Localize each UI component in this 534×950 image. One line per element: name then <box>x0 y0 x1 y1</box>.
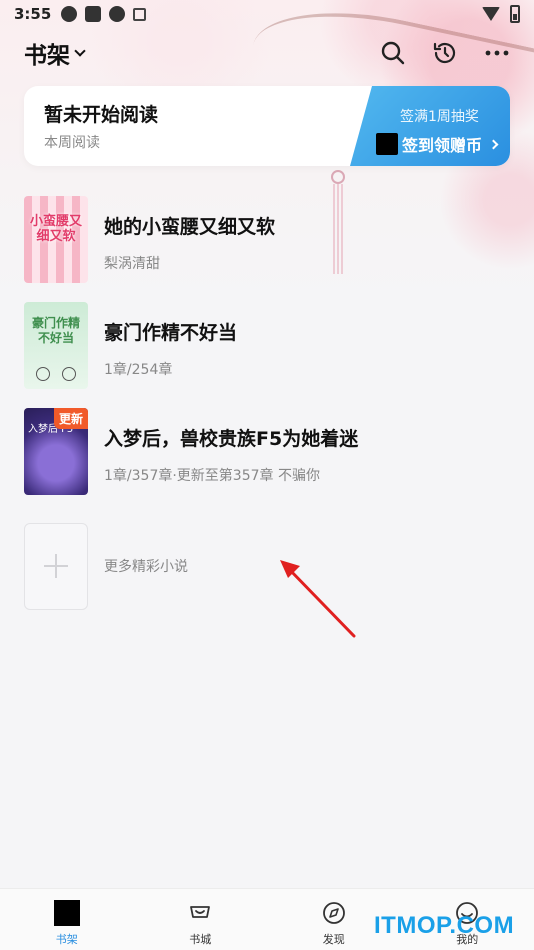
book-cover: 入梦后 F5 更新 <box>24 408 88 495</box>
book-title: 入梦后，兽校贵族F5为她着迷 <box>104 428 359 450</box>
cover-title: 小蛮腰又细又软 <box>29 214 82 244</box>
notification-app-icon <box>85 6 102 22</box>
search-icon[interactable] <box>380 40 406 66</box>
store-icon <box>186 899 214 927</box>
chevron-right-icon <box>488 139 499 149</box>
nav-label: 书架 <box>55 933 78 946</box>
promo-subtitle: 签满1周抽奖 <box>400 109 479 125</box>
history-icon[interactable] <box>432 40 458 66</box>
plus-icon <box>44 554 68 578</box>
more-icon[interactable] <box>484 40 510 66</box>
update-badge: 更新 <box>53 408 88 429</box>
book-title: 豪门作精不好当 <box>104 322 238 344</box>
list-item[interactable]: 豪门作精不好当 豪门作精不好当 1章/254章 <box>24 302 510 408</box>
list-item[interactable]: 小蛮腰又细又软 她的小蛮腰又细又软 梨涡清甜 <box>24 196 510 302</box>
book-meta: 梨涡清甜 <box>104 256 160 272</box>
nav-item-store[interactable]: 书城 <box>134 889 268 950</box>
book-list: 小蛮腰又细又软 她的小蛮腰又细又软 梨涡清甜 豪门作精不好当 豪门作精不好当 1… <box>24 196 510 610</box>
add-more-label: 更多精彩小说 <box>104 559 188 575</box>
cover-title: 豪门作精不好当 <box>31 316 80 345</box>
coin-icon <box>376 133 398 155</box>
compass-icon <box>320 899 348 927</box>
watermark-logo: ITMOP.COM <box>374 912 515 939</box>
shelf-title-dropdown[interactable]: 书架 <box>24 36 86 70</box>
reading-stats-card[interactable]: 暂未开始阅读 本周阅读 签满1周抽奖 签到领赠币 <box>24 86 510 166</box>
checkin-label: 签到领赠币 <box>402 136 483 155</box>
list-item[interactable]: 入梦后 F5 更新 入梦后，兽校贵族F5为她着迷 1章/357章·更新至第357… <box>24 408 510 514</box>
reading-status-title: 暂未开始阅读 <box>44 104 159 126</box>
notification-app-icon <box>109 6 126 22</box>
nav-label: 书城 <box>189 933 212 946</box>
book-title: 她的小蛮腰又细又软 <box>104 216 276 238</box>
book-cover: 小蛮腰又细又软 <box>24 196 88 283</box>
chevron-down-icon <box>74 45 86 57</box>
header: 书架 <box>0 30 534 76</box>
add-more-books-button[interactable]: 更多精彩小说 <box>24 522 510 610</box>
book-cover: 豪门作精不好当 <box>24 302 88 389</box>
nav-item-bookshelf[interactable]: 书架 <box>0 889 134 950</box>
nav-label: 发现 <box>322 933 345 946</box>
book-meta: 1章/254章 <box>104 362 173 378</box>
status-bar: 3:55 <box>0 0 534 28</box>
page-title: 书架 <box>24 43 70 69</box>
annotation-arrow <box>280 560 356 638</box>
doodle-figure <box>36 367 50 381</box>
weekly-reading-label: 本周阅读 <box>44 135 100 151</box>
book-meta: 1章/357章·更新至第357章 不骗你 <box>104 468 320 484</box>
doodle-figure <box>62 367 76 381</box>
notification-app-icon <box>61 6 78 22</box>
status-time: 3:55 <box>14 5 52 23</box>
bookshelf-icon <box>53 899 81 927</box>
checkin-promo-button[interactable]: 签满1周抽奖 签到领赠币 <box>350 86 510 166</box>
notification-font-icon <box>133 7 147 21</box>
add-book-box <box>24 522 88 610</box>
wifi-icon <box>482 7 500 21</box>
battery-icon <box>510 5 520 23</box>
